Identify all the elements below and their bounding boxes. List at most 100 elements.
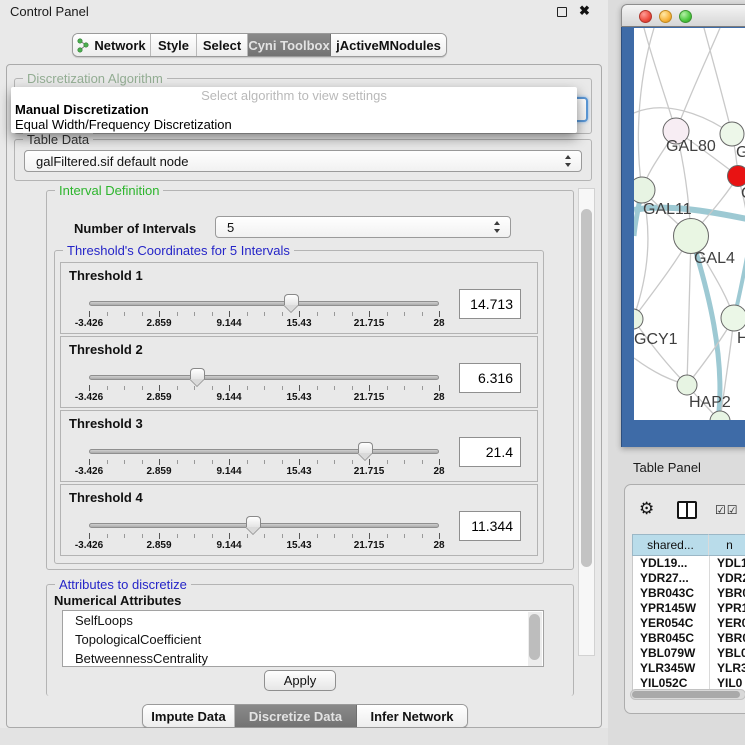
tab-infer-network[interactable]: Infer Network (357, 705, 467, 727)
attribute-list-item[interactable]: BetweennessCentrality (63, 649, 543, 667)
column-header-name[interactable]: n (709, 534, 745, 556)
select-columns-checkboxes-icon[interactable]: ☑☑ (715, 503, 739, 517)
threshold-slider[interactable] (89, 301, 439, 306)
slider-thumb[interactable] (358, 442, 373, 453)
network-window-titlebar[interactable] (621, 4, 745, 27)
table-cell[interactable]: YLR3 (710, 661, 745, 676)
table-row[interactable]: YLR345WYLR3 (633, 661, 745, 676)
column-header-shared-name[interactable]: shared... (632, 534, 709, 556)
slider-tick-label: -3.426 (75, 540, 103, 551)
table-cell[interactable]: YBR043C (633, 586, 710, 601)
slider-tick-label: 9.144 (216, 540, 241, 551)
network-node-edge-node[interactable] (710, 411, 730, 420)
slider-tick (369, 459, 370, 465)
threshold-value-field[interactable]: 14.713 (459, 289, 521, 319)
slider-tick (334, 534, 335, 538)
threshold-value-field[interactable]: 11.344 (459, 511, 521, 541)
close-traffic-light[interactable] (639, 10, 652, 23)
table-cell[interactable]: YDR27... (633, 571, 710, 586)
table-cell[interactable]: YDR2 (710, 571, 745, 586)
popup-item-manual-discretization[interactable]: Manual Discretization (15, 102, 149, 117)
tab-cyni-toolbox[interactable]: Cyni Toolbox (248, 34, 331, 56)
slider-thumb[interactable] (246, 516, 261, 527)
split-columns-icon[interactable] (677, 501, 697, 519)
table-row[interactable]: YBL079WYBL0 (633, 646, 745, 661)
table-row[interactable]: YDR27...YDR2 (633, 571, 745, 586)
table-row[interactable]: YER054CYER0 (633, 616, 745, 631)
attribute-list-item[interactable]: SelfLoops (63, 611, 543, 630)
control-panel-titlebar[interactable]: Control Panel ✖ (0, 0, 608, 22)
popup-item-equal-width-frequency[interactable]: Equal Width/Frequency Discretization (15, 117, 232, 132)
combobox-value: galFiltered.sif default node (36, 154, 188, 169)
slider-tick (107, 312, 108, 316)
number-of-intervals-combobox[interactable]: 5 (215, 216, 511, 238)
tab-jactivemnodules[interactable]: jActiveMNodules (331, 34, 446, 56)
table-cell[interactable]: YDL19... (633, 556, 710, 571)
table-header-row: shared... n (632, 534, 745, 556)
tab-label: Network (94, 38, 145, 53)
settings-scrollbar[interactable] (578, 188, 595, 656)
network-node-hap2[interactable] (677, 375, 697, 395)
network-node-red[interactable] (728, 166, 745, 187)
table-row[interactable]: YBR045CYBR0 (633, 631, 745, 646)
scrollbar-thumb[interactable] (529, 614, 540, 660)
numerical-attributes-list[interactable]: SelfLoopsTopologicalCoefficientBetweenne… (62, 610, 544, 667)
table-cell[interactable]: YPR145W (633, 601, 710, 616)
float-window-icon[interactable] (557, 7, 567, 17)
table-cell[interactable]: YER0 (710, 616, 745, 631)
table-panel: ⚙ ☑☑ shared... n YDL19...YDL1YDR27...YDR… (624, 484, 745, 714)
table-cell[interactable]: YBL079W (633, 646, 710, 661)
table-cell[interactable]: YBR045C (633, 631, 710, 646)
slider-tick (299, 311, 300, 317)
threshold-label: Threshold 4 (69, 490, 143, 505)
tab-style[interactable]: Style (151, 34, 197, 56)
slider-tick (212, 534, 213, 538)
gear-icon[interactable]: ⚙ (639, 499, 654, 519)
minimize-traffic-light[interactable] (659, 10, 672, 23)
threshold-slider[interactable] (89, 449, 439, 454)
tab-discretize-data[interactable]: Discretize Data (235, 705, 357, 727)
table-cell[interactable]: YDL1 (710, 556, 745, 571)
table-cell[interactable]: YPR1 (710, 601, 745, 616)
network-canvas[interactable]: GAL80GCGAL11GAL4GCY1HHAP2 (634, 28, 745, 420)
tab-impute-data[interactable]: Impute Data (143, 705, 235, 727)
network-node-h-node[interactable] (721, 305, 745, 331)
close-icon[interactable]: ✖ (579, 3, 590, 19)
table-horizontal-scrollbar[interactable] (630, 689, 745, 700)
slider-tick (352, 460, 353, 464)
tab-select[interactable]: Select (197, 34, 248, 56)
slider-tick (142, 386, 143, 390)
network-node-gcy1[interactable] (634, 309, 643, 329)
tab-network[interactable]: Network (73, 34, 151, 56)
table-cell[interactable]: YBR0 (710, 586, 745, 601)
network-node-gal11[interactable] (634, 177, 655, 203)
table-row[interactable]: YBR043CYBR0 (633, 586, 745, 601)
slider-thumb[interactable] (284, 294, 299, 305)
table-cell[interactable]: YBL0 (710, 646, 745, 661)
zoom-traffic-light[interactable] (679, 10, 692, 23)
scrollbar-thumb[interactable] (581, 209, 592, 567)
attribute-list-item[interactable]: TopologicalCoefficient (63, 630, 543, 649)
network-node-g-top[interactable] (720, 122, 744, 146)
slider-tick (107, 386, 108, 390)
table-row[interactable]: YPR145WYPR1 (633, 601, 745, 616)
threshold-value-field[interactable]: 21.4 (459, 437, 521, 467)
attributes-scrollbar[interactable] (528, 612, 542, 667)
threshold-slider[interactable] (89, 375, 439, 380)
network-node-gal4[interactable] (674, 219, 709, 254)
slider-tick (282, 460, 283, 464)
table-cell[interactable]: YBR0 (710, 631, 745, 646)
table-cell[interactable]: YER054C (633, 616, 710, 631)
slider-tick (439, 459, 440, 465)
slider-tick (194, 460, 195, 464)
table-row[interactable]: YDL19...YDL1 (633, 556, 745, 571)
threshold-value-field[interactable]: 6.316 (459, 363, 521, 393)
slider-tick (89, 459, 90, 465)
table-cell[interactable]: YLR345W (633, 661, 710, 676)
table-data-combobox[interactable]: galFiltered.sif default node (24, 150, 582, 172)
slider-thumb[interactable] (190, 368, 205, 379)
scrollbar-thumb[interactable] (632, 691, 740, 698)
slider-tick (422, 534, 423, 538)
apply-button[interactable]: Apply (264, 670, 336, 691)
threshold-slider[interactable] (89, 523, 439, 528)
